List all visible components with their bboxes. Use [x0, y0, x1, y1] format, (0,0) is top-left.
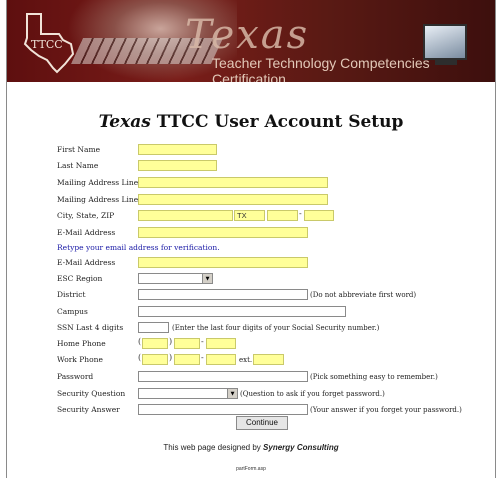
- monitor-icon: [423, 24, 467, 65]
- credit-company: Synergy Consulting: [263, 443, 339, 452]
- security-answer-label: Security Answer: [57, 405, 120, 414]
- home-phone-paren-open: (: [138, 337, 142, 346]
- security-answer-input[interactable]: [138, 404, 308, 415]
- texas-logo-icon: TTCC: [23, 13, 75, 74]
- state-input[interactable]: TX: [234, 210, 265, 221]
- logo-text: TTCC: [31, 38, 63, 51]
- zip-dash: -: [299, 209, 302, 218]
- work-phone-prefix-input[interactable]: [174, 354, 200, 365]
- continue-button[interactable]: Continue: [236, 416, 288, 430]
- home-phone-line-input[interactable]: [206, 338, 236, 349]
- home-phone-dash: -: [201, 337, 204, 346]
- first-name-label: First Name: [57, 145, 101, 154]
- page-title: Texas TTCC User Account Setup: [7, 112, 495, 132]
- address2-input[interactable]: [138, 194, 328, 205]
- campus-input[interactable]: [138, 306, 346, 317]
- district-input[interactable]: [138, 289, 308, 300]
- work-phone-paren-close: ): [169, 353, 173, 362]
- page-frame: TTCC Texas Teacher Technology Competenci…: [6, 0, 496, 478]
- address1-label: Mailing Address Line 1: [57, 178, 146, 187]
- zip4-input[interactable]: [304, 210, 334, 221]
- campus-label: Campus: [57, 307, 88, 316]
- chevron-down-icon[interactable]: ▼: [202, 274, 212, 283]
- security-question-note: (Question to ask if you forget password.…: [240, 390, 385, 398]
- work-phone-label: Work Phone: [57, 355, 103, 364]
- city-input[interactable]: [138, 210, 233, 221]
- header-banner: TTCC Texas Teacher Technology Competenci…: [7, 0, 495, 82]
- credit-line: This web page designed by Synergy Consul…: [7, 443, 495, 452]
- ssn-note: (Enter the last four digits of your Soci…: [172, 324, 380, 332]
- home-phone-prefix-input[interactable]: [174, 338, 200, 349]
- home-phone-label: Home Phone: [57, 339, 106, 348]
- password-input[interactable]: [138, 371, 308, 382]
- email-confirm-input[interactable]: [138, 257, 308, 268]
- address1-input[interactable]: [138, 177, 328, 188]
- ext-label: ext.: [239, 356, 253, 364]
- work-phone-dash: -: [201, 353, 204, 362]
- work-phone-area-input[interactable]: [142, 354, 168, 365]
- address2-label: Mailing Address Line 2: [57, 195, 146, 204]
- work-phone-paren-open: (: [138, 353, 142, 362]
- page-title-rest: TTCC User Account Setup: [156, 112, 404, 132]
- zip-input[interactable]: [267, 210, 298, 221]
- last-name-label: Last Name: [57, 161, 99, 170]
- work-phone-line-input[interactable]: [206, 354, 236, 365]
- email-input[interactable]: [138, 227, 308, 238]
- footer-filename: partForm.asp: [236, 466, 266, 472]
- security-question-select[interactable]: ▼: [138, 388, 238, 399]
- security-answer-note: (Your answer if you forget your password…: [310, 406, 462, 414]
- security-question-label: Security Question: [57, 389, 126, 398]
- ssn-label: SSN Last 4 digits: [57, 323, 124, 332]
- city-state-zip-label: City, State, ZIP: [57, 211, 115, 220]
- chevron-down-icon[interactable]: ▼: [227, 389, 237, 398]
- email-confirm-label: E-Mail Address: [57, 258, 116, 267]
- banner-title: Texas: [185, 12, 310, 58]
- first-name-input[interactable]: [138, 144, 217, 155]
- home-phone-area-input[interactable]: [142, 338, 168, 349]
- page-title-italic: Texas: [98, 112, 151, 132]
- work-phone-ext-input[interactable]: [253, 354, 284, 365]
- district-label: District: [57, 290, 86, 299]
- ssn-input[interactable]: [138, 322, 169, 333]
- esc-region-label: ESC Region: [57, 274, 103, 283]
- password-label: Password: [57, 372, 94, 381]
- email-label: E-Mail Address: [57, 228, 116, 237]
- password-note: (Pick something easy to remember.): [310, 373, 438, 381]
- district-note: (Do not abbreviate first word): [310, 291, 417, 299]
- retype-email-note: Retype your email address for verificati…: [57, 243, 220, 252]
- last-name-input[interactable]: [138, 160, 217, 171]
- credit-prefix: This web page designed by: [163, 443, 261, 452]
- esc-region-select[interactable]: ▼: [138, 273, 213, 284]
- home-phone-paren-close: ): [169, 337, 173, 346]
